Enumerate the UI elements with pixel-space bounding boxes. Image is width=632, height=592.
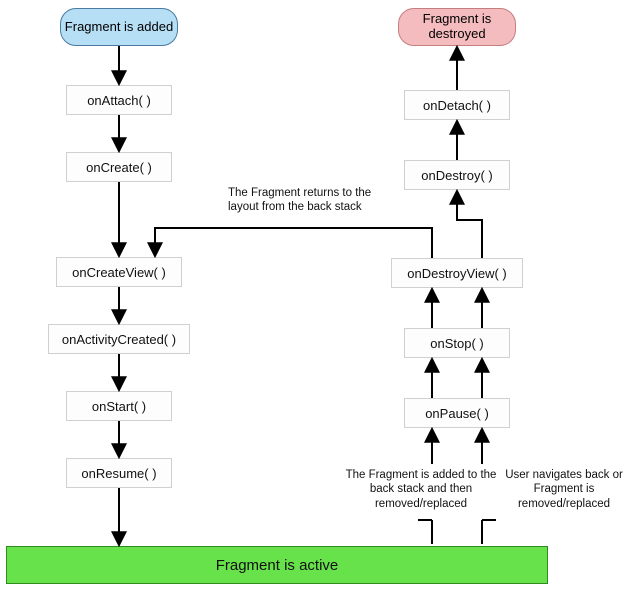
node-onDetach: onDetach( ) [404,90,510,120]
node-onCreate: onCreate( ) [66,152,172,182]
node-onDestroyView: onDestroyView( ) [391,258,523,288]
node-onStart: onStart( ) [66,391,172,421]
node-onPause: onPause( ) [404,398,510,428]
annot-user-nav-back: User navigates back or Fragment is remov… [498,468,630,511]
node-onActivityCreated: onActivityCreated( ) [48,324,190,354]
node-onDestroy: onDestroy( ) [404,160,510,190]
annot-added-backstack: The Fragment is added to the back stack … [344,468,498,511]
node-onResume: onResume( ) [66,458,172,488]
state-fragment-is-active: Fragment is active [6,546,548,584]
start-fragment-added: Fragment is added [60,8,178,46]
annot-return-backstack: The Fragment returns to the layout from … [228,186,378,215]
end-fragment-destroyed: Fragment is destroyed [398,8,516,46]
node-onStop: onStop( ) [404,328,510,358]
node-onCreateView: onCreateView( ) [56,257,182,287]
node-onAttach: onAttach( ) [66,85,172,115]
